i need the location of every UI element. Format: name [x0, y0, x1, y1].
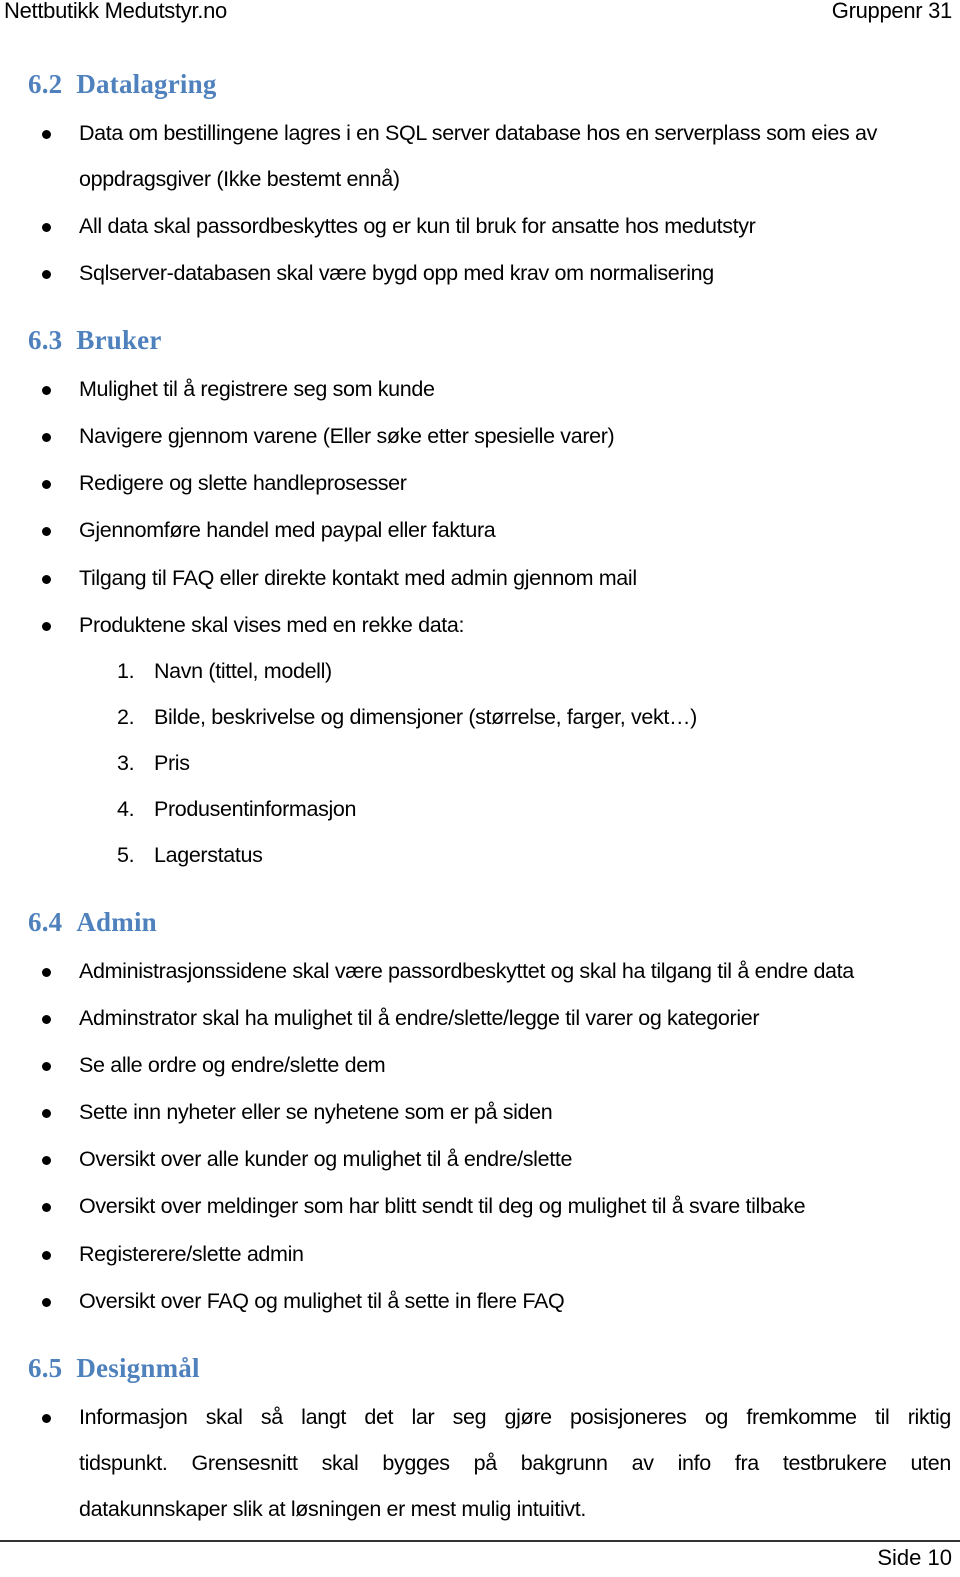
section-title: Admin: [76, 907, 157, 937]
numbered-item-number: 4.: [117, 797, 135, 821]
bullet-icon: [42, 527, 51, 536]
bullet-icon: [42, 386, 51, 395]
numbered-item-text: Produsentinformasjon: [154, 797, 357, 821]
list-item-text: Adminstrator skal ha mulighet til å endr…: [79, 1006, 760, 1030]
bullet-icon: [42, 433, 51, 442]
bullet-icon: [42, 1203, 51, 1212]
list-item-text: All data skal passordbeskyttes og er kun…: [79, 214, 756, 238]
numbered-item-number: 5.: [117, 843, 135, 867]
list-item-text: Oversikt over alle kunder og mulighet ti…: [79, 1147, 573, 1171]
header-group-number: Gruppenr 31: [831, 0, 953, 23]
bullet-icon: [42, 480, 51, 489]
list-item-text: Oversikt over meldinger som har blitt se…: [79, 1194, 806, 1218]
bullet-icon: [42, 130, 51, 139]
section-number: 6.2: [28, 69, 63, 99]
paragraph-line: datakunnskaper slik at løsningen er mest…: [79, 1497, 587, 1521]
bullet-icon: [42, 1109, 51, 1118]
numbered-item-number: 3.: [117, 751, 135, 775]
list-item-text: Produktene skal vises med en rekke data:: [79, 613, 465, 637]
list-item-text: oppdragsgiver (Ikke bestemt ennå): [79, 167, 400, 191]
bullet-icon: [42, 1015, 51, 1024]
section-title: Datalagring: [76, 69, 217, 99]
list-item-text: Registerere/slette admin: [79, 1242, 304, 1266]
section-heading-bruker: 6.3 Bruker: [28, 324, 162, 356]
list-item-text: Mulighet til å registrere seg som kunde: [79, 377, 435, 401]
section-title: Bruker: [76, 325, 162, 355]
numbered-item-number: 2.: [117, 705, 135, 729]
section-number: 6.5: [28, 1353, 63, 1383]
numbered-item-text: Navn (tittel, modell): [154, 659, 332, 683]
design-goal-paragraph: Informasjon skal så langt det lar seg gj…: [79, 1403, 951, 1541]
section-heading-datalagring: 6.2 Datalagring: [28, 68, 217, 100]
numbered-item-text: Pris: [154, 751, 190, 775]
list-item-text: Oversikt over FAQ og mulighet til å sett…: [79, 1289, 565, 1313]
header-document-title: Nettbutikk Medutstyr.no: [4, 0, 227, 23]
list-item-text: Sette inn nyheter eller se nyhetene som …: [79, 1100, 553, 1124]
numbered-item-text: Bilde, beskrivelse og dimensjoner (størr…: [154, 705, 697, 729]
bullet-icon: [42, 1298, 51, 1307]
list-item-text: Navigere gjennom varene (Eller søke ette…: [79, 424, 615, 448]
section-number: 6.3: [28, 325, 63, 355]
section-heading-designmal: 6.5 Designmål: [28, 1352, 200, 1384]
list-item-text: Sqlserver-databasen skal være bygd opp m…: [79, 261, 714, 285]
bullet-icon: [42, 270, 51, 279]
bullet-icon: [42, 1156, 51, 1165]
bullet-icon: [42, 575, 51, 584]
numbered-item-number: 1.: [117, 659, 135, 683]
paragraph-line: tidspunkt. Grensesnitt skal bygges på ba…: [79, 1451, 951, 1475]
list-item-text: Gjennomføre handel med paypal eller fakt…: [79, 518, 496, 542]
list-item-text: Administrasjonssidene skal være passordb…: [79, 959, 854, 983]
bullet-icon: [42, 1251, 51, 1260]
bullet-icon: [42, 223, 51, 232]
section-title: Designmål: [76, 1353, 200, 1383]
list-item-text: Tilgang til FAQ eller direkte kontakt me…: [79, 566, 637, 590]
bullet-icon: [42, 622, 51, 631]
page-header: Nettbutikk Medutstyr.no Gruppenr 31: [4, 0, 952, 26]
list-item-text: Se alle ordre og endre/slette dem: [79, 1053, 386, 1077]
section-heading-admin: 6.4 Admin: [28, 906, 157, 938]
footer-divider: [0, 1540, 960, 1542]
bullet-icon: [42, 1062, 51, 1071]
list-item-text: Redigere og slette handleprosesser: [79, 471, 407, 495]
section-number: 6.4: [28, 907, 63, 937]
page-number: Side 10: [877, 1545, 952, 1570]
bullet-icon: [42, 968, 51, 977]
bullet-icon: [42, 1414, 51, 1423]
list-item-text: Data om bestillingene lagres i en SQL se…: [79, 121, 877, 145]
paragraph-line: Informasjon skal så langt det lar seg gj…: [79, 1405, 951, 1429]
numbered-item-text: Lagerstatus: [154, 843, 263, 867]
